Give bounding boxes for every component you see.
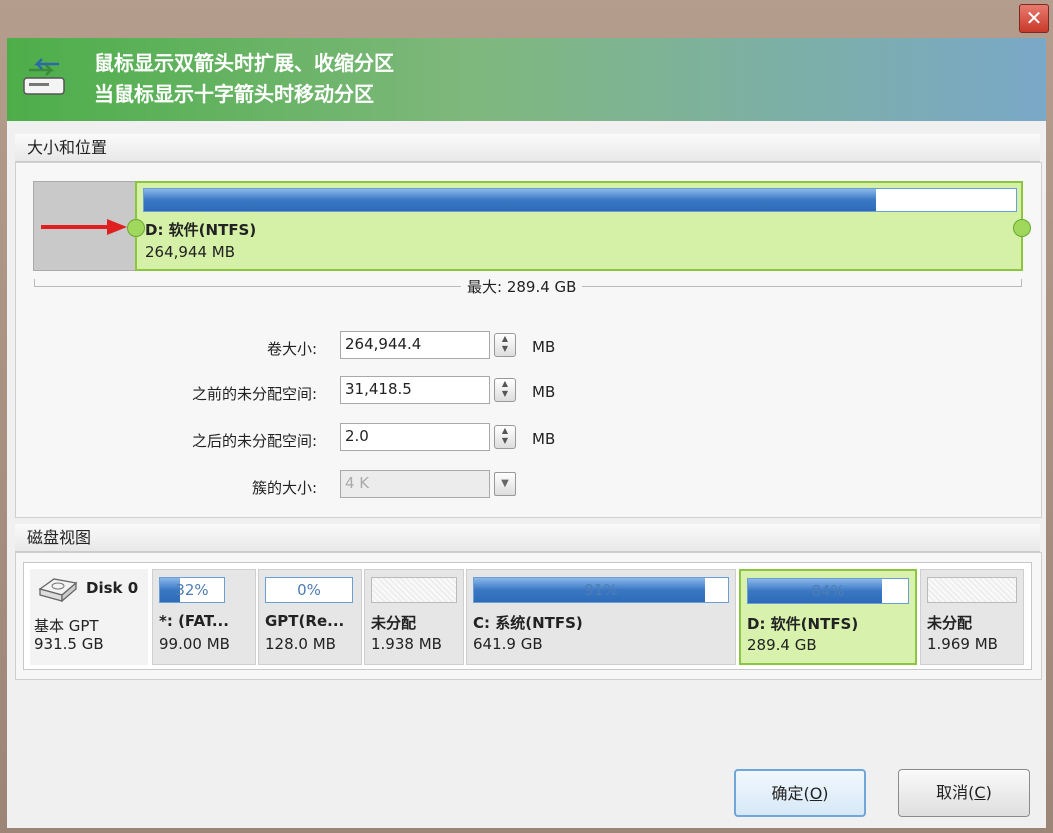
partition-label: C: 系统(NTFS)	[473, 614, 583, 632]
partition-usage-bar: 84%	[747, 578, 909, 604]
volume-size-unit: MB	[532, 338, 556, 356]
partition-label: 未分配	[371, 614, 417, 632]
cluster-size-select[interactable]: 4 K	[340, 470, 490, 498]
unallocated-before-label: 之前的未分配空间:	[191, 385, 317, 403]
disk-resize-icon	[23, 58, 65, 95]
partition-size: 128.0 MB	[265, 635, 336, 653]
close-icon: ✕	[1025, 6, 1043, 30]
partition-cell[interactable]: 32% *: (FAT... 99.00 MB	[152, 569, 256, 665]
partition-size: 641.9 GB	[473, 635, 543, 653]
usage-percent: 84%	[811, 582, 845, 600]
disk-size: 931.5 GB	[34, 635, 104, 653]
unallocated-after-spinner[interactable]: ▲ ▼	[494, 425, 516, 449]
banner-text: 鼠标显示双箭头时扩展、收缩分区 当鼠标显示十字箭头时移动分区	[94, 48, 394, 110]
disk-name: Disk 0	[86, 579, 139, 597]
partition-usage-bar: 0%	[265, 577, 353, 603]
unallocated-after-unit: MB	[532, 430, 556, 448]
volume-size-label: 卷大小:	[266, 340, 317, 358]
ok-close: )	[822, 784, 829, 803]
red-arrow-icon	[41, 219, 127, 235]
cluster-size-label: 簇的大小:	[251, 479, 317, 497]
partition-usage-bar: 91%	[473, 577, 729, 603]
unallocated-before-unit: MB	[532, 383, 556, 401]
disk-map: Disk 0 基本 GPT 931.5 GB 32% *: (FAT... 99…	[23, 562, 1032, 670]
partition-cell[interactable]: 0% GPT(Re... 128.0 MB	[258, 569, 362, 665]
partition-size: 1.969 MB	[927, 635, 998, 653]
usage-percent: 32%	[175, 581, 209, 599]
close-button[interactable]: ✕	[1019, 4, 1049, 33]
banner-line-2: 当鼠标显示十字箭头时移动分区	[94, 82, 374, 106]
partition-cell[interactable]: 91% C: 系统(NTFS) 641.9 GB	[466, 569, 736, 665]
unallocated-after-label: 之后的未分配空间:	[191, 432, 317, 450]
ok-text: 确定(	[771, 784, 810, 803]
usage-fill	[144, 189, 877, 211]
partition-label: *: (FAT...	[159, 612, 229, 630]
dialog-client: 鼠标显示双箭头时扩展、收缩分区 当鼠标显示十字箭头时移动分区 大小和位置 D: …	[7, 38, 1046, 828]
hint-banner: 鼠标显示双箭头时扩展、收缩分区 当鼠标显示十字箭头时移动分区	[7, 38, 1046, 121]
usage-percent: 0%	[297, 581, 321, 599]
unallocated-before-input[interactable]: 31,418.5	[340, 376, 490, 404]
volume-size-input[interactable]: 264,944.4	[340, 331, 490, 359]
unallocated-after-input[interactable]: 2.0	[340, 423, 490, 451]
partition-cell-selected[interactable]: 84% D: 软件(NTFS) 289.4 GB	[739, 569, 917, 665]
partition-size: 264,944 MB	[145, 243, 236, 261]
cancel-text: 取消(	[936, 783, 975, 802]
cancel-button[interactable]: 取消(C)	[898, 769, 1030, 817]
volume-size-spinner[interactable]: ▲ ▼	[494, 333, 516, 357]
hard-disk-icon	[38, 578, 78, 603]
unallocated-before-spinner[interactable]: ▲ ▼	[494, 378, 516, 402]
cancel-accesskey: C	[974, 783, 986, 802]
chevron-down-icon[interactable]: ▼	[494, 472, 516, 496]
disk-type: 基本 GPT	[34, 617, 99, 635]
partition-size: 289.4 GB	[747, 636, 817, 654]
max-size-label: 最大: 289.4 GB	[461, 276, 583, 297]
title-bar[interactable]: ✕	[0, 0, 1053, 38]
partition-size: 1.938 MB	[371, 635, 442, 653]
partition-cell[interactable]: 未分配 1.938 MB	[364, 569, 464, 665]
ok-accesskey: O	[809, 784, 823, 803]
partition-usage-bar: 32%	[159, 577, 225, 603]
banner-line-1: 鼠标显示双箭头时扩展、收缩分区	[94, 51, 394, 75]
partition-label: GPT(Re...	[265, 612, 345, 630]
cancel-close: )	[985, 783, 992, 802]
partition-usage-bar	[143, 188, 1017, 212]
partition-cell[interactable]: 未分配 1.969 MB	[920, 569, 1024, 665]
partition-usage-bar	[371, 577, 457, 603]
disk-view-header: 磁盘视图	[15, 524, 1040, 552]
usage-percent: 91%	[584, 581, 618, 599]
partition-usage-bar	[927, 577, 1017, 603]
right-resize-handle[interactable]	[1013, 219, 1031, 237]
dialog-window: ✕ 鼠标显示双箭头时扩展、收缩分区 当鼠标显示十字箭头时移动分区 大小和位置 D…	[0, 0, 1053, 833]
partition-label: D: 软件(NTFS)	[747, 615, 859, 633]
size-position-header: 大小和位置	[15, 134, 1040, 162]
partition-size: 99.00 MB	[159, 635, 230, 653]
disk-info[interactable]: Disk 0 基本 GPT 931.5 GB	[30, 569, 148, 665]
ok-button[interactable]: 确定(O)	[734, 769, 866, 817]
left-resize-handle[interactable]	[127, 219, 145, 237]
partition-label: 未分配	[927, 614, 973, 632]
partition-name: D: 软件(NTFS)	[145, 221, 257, 239]
